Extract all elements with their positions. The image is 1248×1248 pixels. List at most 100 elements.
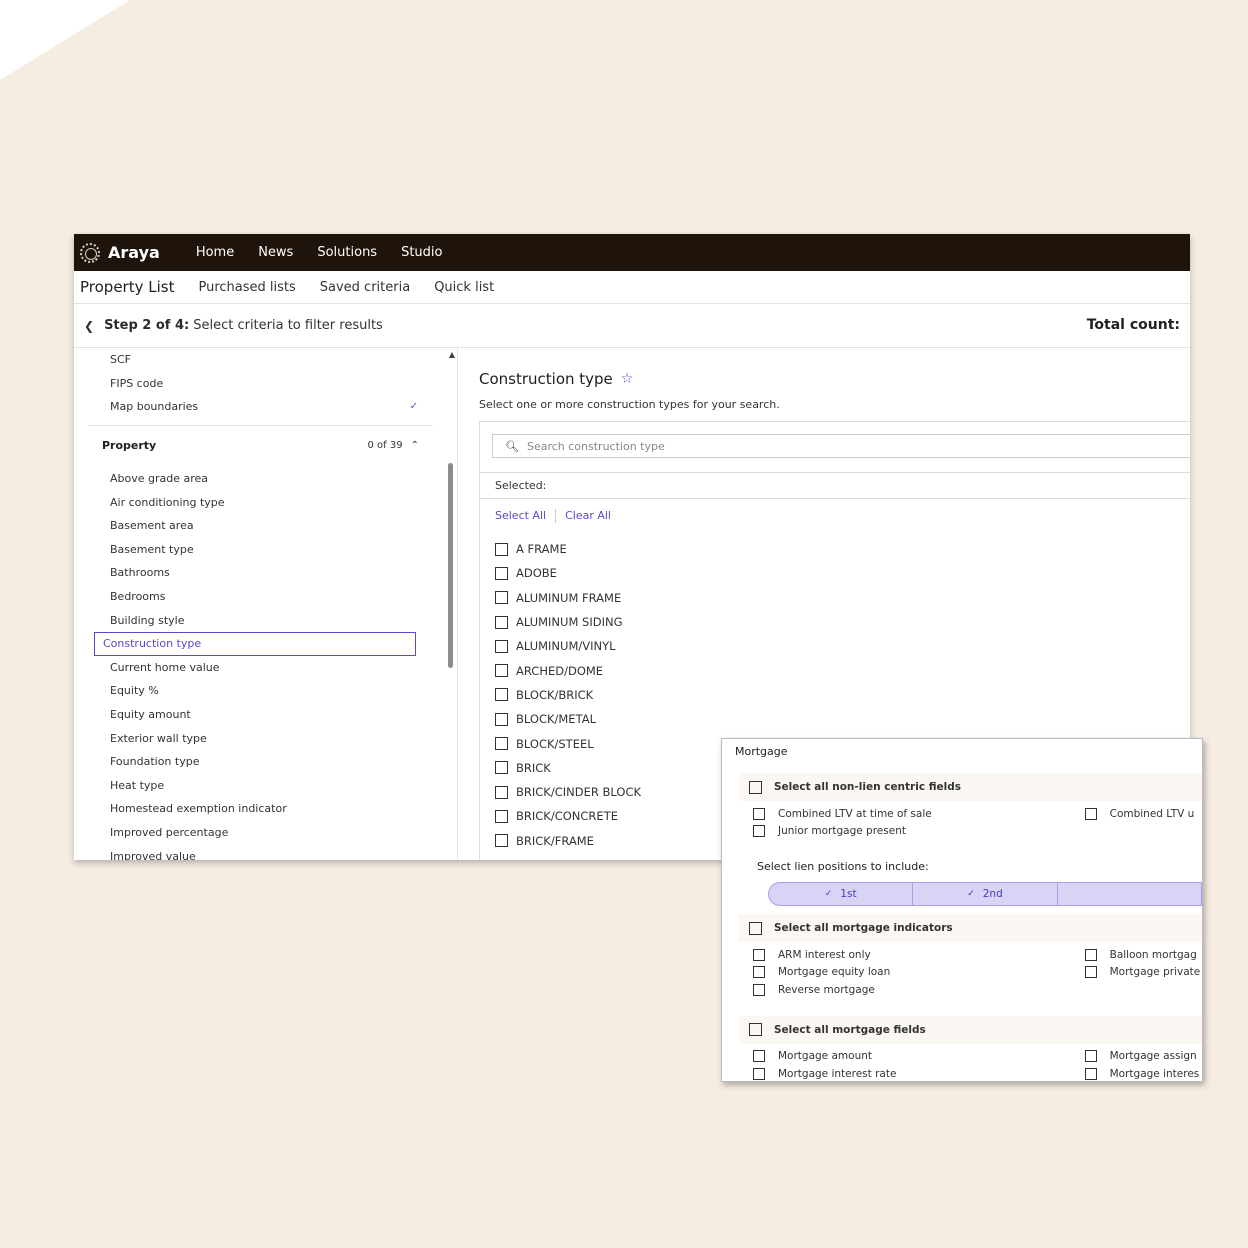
- sidebar-item[interactable]: Basement type: [102, 538, 424, 562]
- option-checkbox[interactable]: ADOBE: [495, 561, 1190, 585]
- sidebar-item[interactable]: Building style: [102, 608, 424, 632]
- select-all-link[interactable]: Select All: [495, 509, 546, 537]
- checkbox[interactable]: [753, 1067, 765, 1080]
- chevron-left-icon[interactable]: ❮: [84, 319, 94, 333]
- option-checkbox[interactable]: ARCHED/DOME: [495, 658, 1190, 682]
- star-icon[interactable]: ☆: [621, 371, 634, 387]
- search-input[interactable]: 🔍︎ Search construction type: [492, 434, 1190, 458]
- checkbox[interactable]: [495, 542, 508, 556]
- sidebar-item[interactable]: Above grade area: [102, 467, 424, 491]
- option-checkbox[interactable]: ALUMINUM FRAME: [495, 586, 1190, 610]
- checkbox[interactable]: [753, 948, 765, 961]
- sidebar-item[interactable]: Bathrooms: [102, 561, 424, 585]
- sidebar-item[interactable]: Current home value: [102, 656, 424, 680]
- nav-news[interactable]: News: [258, 245, 293, 260]
- sidebar-item-scf[interactable]: SCF: [102, 348, 424, 372]
- field-checkbox[interactable]: Reverse mortgage: [753, 981, 1085, 999]
- nav-studio[interactable]: Studio: [401, 245, 442, 260]
- field-checkbox[interactable]: Mortgage interes: [1084, 1065, 1202, 1081]
- checkbox[interactable]: [495, 591, 508, 605]
- checkbox[interactable]: [495, 566, 508, 580]
- sidebar-scrollbar[interactable]: ▲: [447, 348, 455, 860]
- nav-home[interactable]: Home: [196, 245, 234, 260]
- field-checkbox[interactable]: Mortgage equity loan: [753, 964, 1085, 982]
- checkbox[interactable]: [495, 834, 508, 848]
- tab-saved-criteria[interactable]: Saved criteria: [320, 280, 410, 295]
- select-all-non-lien-fields[interactable]: Select all non-lien centric fields: [739, 773, 1202, 801]
- lien-position-2nd[interactable]: ✓ 2nd: [913, 883, 1058, 905]
- sidebar-item[interactable]: Improved value: [102, 844, 424, 860]
- field-checkbox[interactable]: Combined LTV at time of sale: [753, 805, 1085, 823]
- sidebar-item[interactable]: Equity amount: [102, 703, 424, 727]
- checkbox[interactable]: [495, 664, 508, 678]
- checkbox[interactable]: [1084, 807, 1097, 820]
- select-all-mortgage-indicators[interactable]: Select all mortgage indicators: [739, 914, 1202, 942]
- sidebar-item[interactable]: Bedrooms: [102, 585, 424, 609]
- field-column: Balloon mortgag Mortgage private: [1084, 946, 1202, 999]
- field-checkbox[interactable]: Mortgage private: [1084, 964, 1202, 982]
- option-checkbox[interactable]: ALUMINUM/VINYL: [495, 634, 1190, 658]
- field-label: ARM interest only: [778, 948, 871, 961]
- checkbox[interactable]: [495, 615, 508, 629]
- sidebar-item[interactable]: Equity %: [102, 679, 424, 703]
- option-checkbox[interactable]: BLOCK/METAL: [495, 707, 1190, 731]
- sidebar-item[interactable]: Exterior wall type: [102, 726, 424, 750]
- checkbox[interactable]: [1084, 1050, 1097, 1063]
- checkbox[interactable]: [753, 966, 765, 979]
- sidebar-item-label: Homestead exemption indicator: [110, 802, 287, 816]
- checkbox[interactable]: [1084, 966, 1097, 979]
- field-checkbox[interactable]: Mortgage amount: [753, 1048, 1085, 1066]
- checkbox[interactable]: [495, 688, 508, 702]
- criteria-description: Select one or more construction types fo…: [479, 398, 780, 411]
- page-title[interactable]: Property List: [80, 278, 174, 296]
- clear-all-link[interactable]: Clear All: [565, 509, 611, 537]
- sidebar-item-label: Current home value: [110, 660, 220, 674]
- option-label: BLOCK/STEEL: [516, 736, 594, 751]
- sidebar-item[interactable]: Heat type: [102, 774, 424, 798]
- mortgage-indicator-fields: ARM interest only Mortgage equity loan R…: [722, 942, 1202, 999]
- checkbox[interactable]: [495, 761, 508, 775]
- field-checkbox[interactable]: Mortgage assign: [1084, 1048, 1202, 1066]
- scroll-up-arrow-icon[interactable]: ▲: [449, 350, 455, 359]
- checkbox[interactable]: [495, 712, 508, 726]
- checkbox[interactable]: [1084, 948, 1097, 961]
- select-all-mortgage-fields[interactable]: Select all mortgage fields: [739, 1015, 1202, 1044]
- checkbox[interactable]: [749, 780, 762, 794]
- checkbox[interactable]: [1084, 1067, 1097, 1080]
- checkbox[interactable]: [495, 785, 508, 799]
- field-checkbox[interactable]: Combined LTV u: [1084, 805, 1202, 823]
- field-checkbox[interactable]: Junior mortgage present: [753, 823, 1085, 841]
- field-checkbox[interactable]: Mortgage interest rate: [753, 1065, 1085, 1081]
- araya-logo-icon: [80, 242, 100, 263]
- tab-purchased-lists[interactable]: Purchased lists: [198, 280, 295, 295]
- checkbox[interactable]: [749, 1023, 762, 1036]
- checkbox[interactable]: [749, 921, 762, 935]
- field-checkbox[interactable]: ARM interest only: [753, 946, 1085, 964]
- option-checkbox[interactable]: BLOCK/BRICK: [495, 683, 1190, 707]
- checkbox[interactable]: [753, 983, 765, 996]
- sidebar-item[interactable]: Foundation type: [102, 750, 424, 774]
- group-header-property[interactable]: Property 0 of 39 ⌃: [88, 424, 433, 465]
- checkbox[interactable]: [495, 809, 508, 823]
- checkbox[interactable]: [495, 639, 508, 653]
- lien-position-more[interactable]: [1058, 883, 1202, 905]
- tab-quick-list[interactable]: Quick list: [434, 280, 494, 295]
- sidebar-item-fips-code[interactable]: FIPS code: [102, 372, 424, 396]
- checkbox[interactable]: [753, 1050, 765, 1063]
- lien-position-1st[interactable]: ✓ 1st: [769, 883, 914, 905]
- option-checkbox[interactable]: ALUMINUM SIDING: [495, 610, 1190, 634]
- checkbox[interactable]: [495, 737, 508, 751]
- option-checkbox[interactable]: A FRAME: [495, 537, 1190, 561]
- check-icon: ✓: [409, 401, 418, 413]
- sidebar-item-map-boundaries[interactable]: Map boundaries ✓: [102, 395, 424, 419]
- sidebar-item[interactable]: Basement area: [102, 514, 424, 538]
- field-checkbox[interactable]: Balloon mortgag: [1084, 946, 1202, 964]
- sidebar-item[interactable]: Improved percentage: [102, 821, 424, 845]
- scrollbar-thumb[interactable]: [448, 463, 453, 668]
- sidebar-item[interactable]: Air conditioning type: [102, 490, 424, 514]
- checkbox[interactable]: [753, 825, 765, 838]
- checkbox[interactable]: [753, 807, 765, 820]
- nav-solutions[interactable]: Solutions: [317, 245, 377, 260]
- sidebar-item-construction-type[interactable]: Construction type: [94, 631, 416, 656]
- sidebar-item[interactable]: Homestead exemption indicator: [102, 797, 424, 821]
